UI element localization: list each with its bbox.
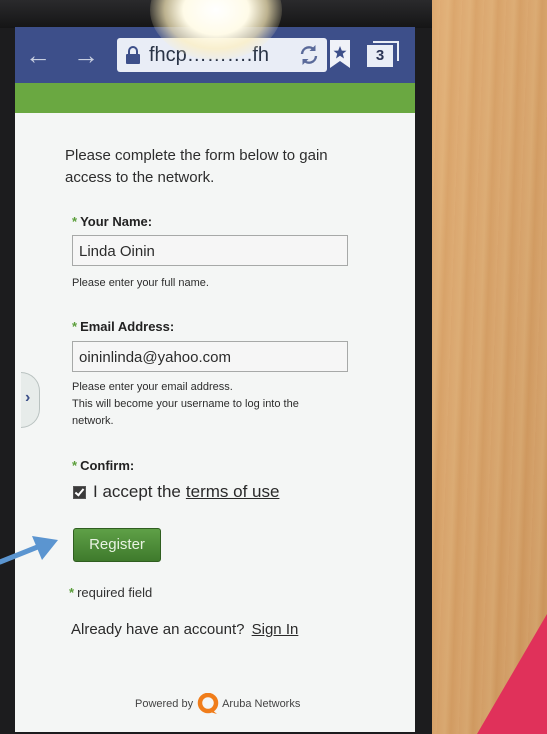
bookmark-star-icon[interactable]	[327, 39, 353, 69]
required-note-text: required field	[77, 585, 153, 600]
sign-in-link[interactable]: Sign In	[252, 621, 299, 638]
required-field-note: * required field	[69, 585, 152, 600]
pointing-arrow-icon	[0, 536, 58, 565]
email-label: * Email Address:	[72, 319, 174, 334]
aruba-brand-text: Aruba Networks	[222, 698, 301, 710]
required-star: *	[72, 214, 78, 229]
aruba-logo-icon	[197, 693, 219, 714]
name-label-text: Your Name:	[80, 214, 153, 229]
accept-terms-row: I accept the terms of use	[73, 482, 279, 502]
email-label-text: Email Address:	[80, 319, 175, 334]
chevron-right-icon: ›	[25, 389, 31, 406]
powered-by-text: Powered by	[135, 698, 194, 710]
required-star: *	[72, 319, 78, 334]
email-field[interactable]: oininlinda@yahoo.com	[72, 341, 348, 372]
name-label: * Your Name:	[72, 214, 152, 229]
email-help-line: This will become your username to log in…	[72, 398, 299, 410]
email-help-line: network.	[72, 415, 114, 427]
back-arrow-icon[interactable]: ←	[21, 39, 55, 71]
email-help-line: Please enter your email address.	[72, 381, 233, 393]
accept-terms-checkbox[interactable]	[73, 485, 86, 499]
confirm-label: * Confirm:	[72, 458, 134, 473]
name-field[interactable]: Linda Oinin	[72, 235, 348, 266]
powered-by-footer: Powered by Aruba Networks	[135, 693, 300, 715]
confirm-label-text: Confirm:	[80, 458, 135, 473]
accept-text: I accept the	[93, 482, 181, 501]
name-help-text: Please enter your full name.	[72, 277, 209, 289]
forward-arrow-icon[interactable]: →	[69, 39, 103, 71]
intro-text: Please complete the form below to gain a…	[65, 147, 328, 186]
account-text: Already have an account?	[71, 621, 245, 638]
register-button[interactable]: Register	[73, 528, 161, 562]
signin-row: Already have an account? Sign In	[71, 621, 298, 638]
required-star: *	[69, 585, 75, 600]
portal-header-bar	[15, 83, 415, 113]
terms-of-use-link[interactable]: terms of use	[186, 482, 280, 502]
phone-body: ← → fhcp……….fh	[0, 0, 432, 734]
refresh-icon[interactable]	[297, 43, 321, 67]
side-drawer-handle[interactable]: ›	[21, 372, 40, 428]
phone-screen: ← → fhcp……….fh	[15, 27, 415, 732]
tab-count-badge: 3	[367, 45, 393, 67]
email-help-text: Please enter your email address. This wi…	[72, 379, 352, 430]
lock-icon	[126, 46, 140, 64]
pink-object	[477, 614, 547, 734]
tabs-icon[interactable]: 3	[367, 41, 401, 67]
required-star: *	[72, 458, 78, 473]
